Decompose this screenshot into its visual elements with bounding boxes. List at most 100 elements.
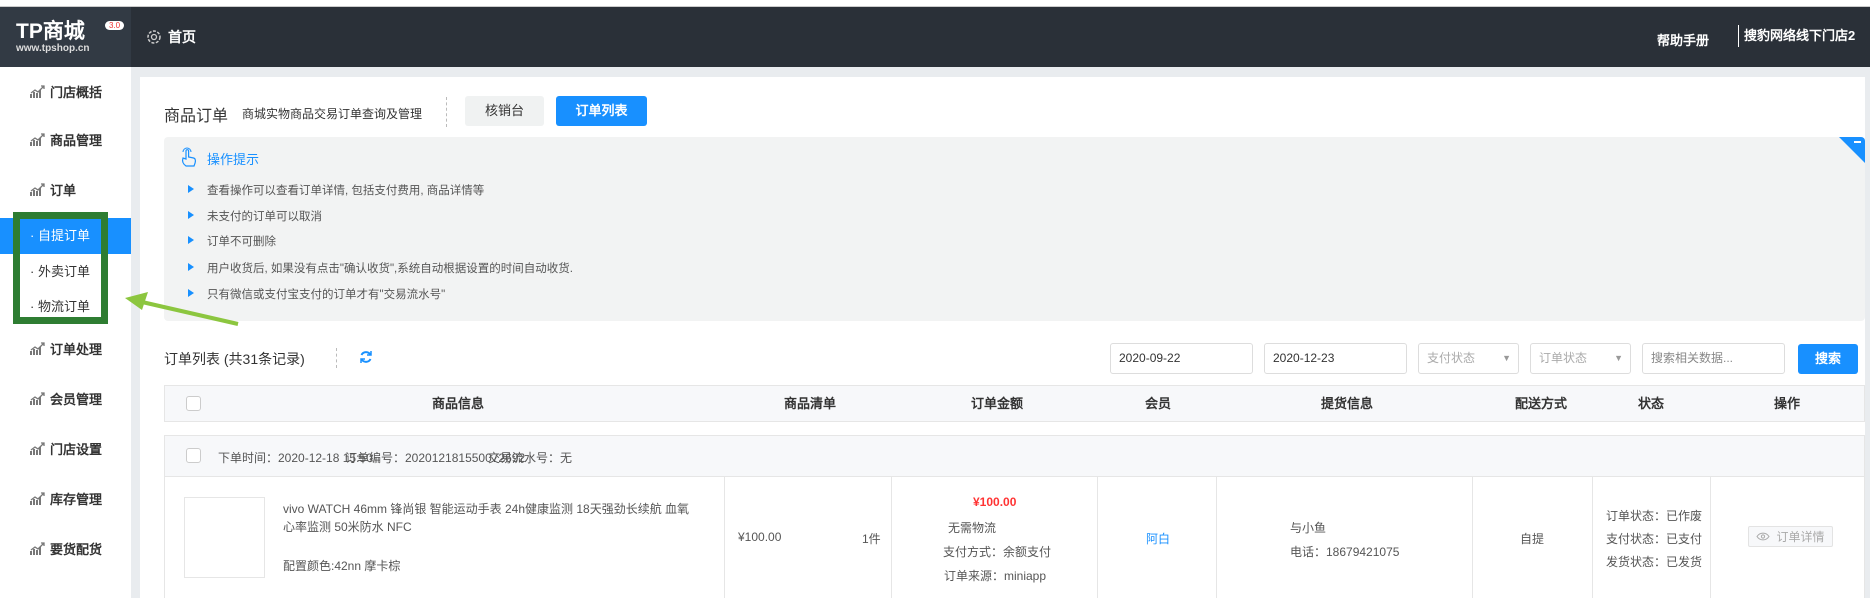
bullet-icon <box>188 236 194 244</box>
collapse-tips-icon[interactable] <box>1839 137 1865 163</box>
divider <box>1216 476 1217 598</box>
pay-status: 支付状态：已支付 <box>1606 532 1703 546</box>
top-header: TP商城 3.0 www.tpshop.cn 首页 帮助手册 搜豹网络线下门店2 <box>0 7 1870 67</box>
highlight-box <box>13 212 108 324</box>
sidebar-item-orders[interactable]: 订单 <box>30 180 76 199</box>
order-checkbox[interactable] <box>186 448 201 463</box>
sidebar-item-store-overview[interactable]: 门店概括 <box>30 82 102 101</box>
search-button[interactable]: 搜索 <box>1798 344 1858 374</box>
divider <box>446 97 447 127</box>
member-link[interactable]: 阿白 <box>1146 530 1170 547</box>
chart-icon <box>30 132 45 146</box>
order-detail-label: 订单详情 <box>1776 530 1825 544</box>
divider <box>724 476 725 598</box>
label: 商品管理 <box>50 133 103 148</box>
divider <box>1097 476 1098 598</box>
help-manual-link[interactable]: 帮助手册 <box>1657 30 1709 49</box>
bullet-icon <box>188 185 194 193</box>
ship-status: 发货状态：已发货 <box>1606 555 1703 569</box>
trade-number: 交易流水号：无 <box>488 451 573 465</box>
end-date-input[interactable]: 2020-12-23 <box>1264 343 1407 374</box>
select-placeholder: 订单状态 <box>1539 351 1588 365</box>
tips-title: 操作提示 <box>207 152 260 167</box>
product-spec: 配置颜色:42nn 摩卡棕 <box>283 559 401 573</box>
annotation-arrow <box>125 292 239 326</box>
logo-url: www.tpshop.cn <box>16 43 90 54</box>
label: 库存管理 <box>50 492 103 507</box>
logistics: 无需物流 <box>948 521 997 535</box>
chart-icon <box>30 391 45 405</box>
sidebar-item-inventory[interactable]: 库存管理 <box>30 489 102 508</box>
logo-version: 3.0 <box>105 21 125 30</box>
tips-panel: 操作提示 查看操作可以查看订单详情, 包括支付费用, 商品详情等 未支付的订单可… <box>164 137 1865 321</box>
divider <box>1472 476 1473 598</box>
sidebar: 门店概括 商品管理 订单 · 自提订单 · 外卖订单 · 物流订单 订单处理 会… <box>0 67 131 598</box>
divider <box>891 476 892 598</box>
tab-order-list[interactable]: 订单列表 <box>556 96 647 126</box>
column-header: 提货信息 <box>1320 396 1374 411</box>
column-header: 会员 <box>1144 396 1172 411</box>
tip-item: 查看操作可以查看订单详情, 包括支付费用, 商品详情等 <box>207 185 485 197</box>
chart-icon <box>30 341 45 355</box>
chart-icon <box>30 491 45 505</box>
order-total: ¥100.00 <box>973 495 1017 509</box>
home-link[interactable]: 首页 <box>146 27 196 47</box>
hand-pointer-icon <box>182 147 196 167</box>
pay-status-select[interactable]: 支付状态 ▼ <box>1418 343 1519 374</box>
search-placeholder: 搜索相关数据... <box>1651 351 1734 365</box>
chart-icon <box>30 441 45 455</box>
sidebar-item-store-settings[interactable]: 门店设置 <box>30 439 102 458</box>
order-list-title: 订单列表 (共31条记录) <box>164 351 305 367</box>
eye-icon <box>1756 532 1771 541</box>
logo[interactable]: TP商城 3.0 www.tpshop.cn <box>0 7 131 67</box>
tip-item: 订单不可删除 <box>207 236 276 248</box>
order-status-select[interactable]: 订单状态 ▼ <box>1530 343 1631 374</box>
refresh-icon[interactable] <box>359 350 373 364</box>
label: 订单处理 <box>50 342 103 357</box>
order-detail-button[interactable]: 订单详情 <box>1748 526 1833 547</box>
chart-icon <box>30 182 45 196</box>
page-title: 商品订单 <box>164 108 229 125</box>
product-title[interactable]: vivo WATCH 46mm 锋尚银 智能运动手表 24h健康监测 18天强劲… <box>283 500 689 517</box>
select-all-checkbox[interactable] <box>186 396 201 411</box>
column-header: 状态 <box>1637 396 1665 411</box>
home-label: 首页 <box>168 29 196 45</box>
tab-verification[interactable]: 核销台 <box>465 96 544 126</box>
delivery-method: 自提 <box>1520 532 1545 546</box>
divider <box>1710 476 1711 598</box>
sidebar-item-members[interactable]: 会员管理 <box>30 389 102 408</box>
product-image[interactable] <box>184 497 265 578</box>
label: 要货配货 <box>50 542 103 557</box>
chart-icon <box>30 541 45 555</box>
order-status: 订单状态：已作废 <box>1606 509 1703 523</box>
gear-icon <box>147 30 161 44</box>
pay-method: 支付方式：余额支付 <box>943 545 1052 559</box>
search-input[interactable]: 搜索相关数据... <box>1642 343 1785 374</box>
sidebar-item-goods[interactable]: 商品管理 <box>30 130 102 149</box>
pickup-name: 与小鱼 <box>1290 521 1327 535</box>
store-name[interactable]: 搜豹网络线下门店2 <box>1738 25 1855 47</box>
label: 订单 <box>50 183 77 198</box>
bullet-icon <box>188 211 194 219</box>
label: 门店设置 <box>50 442 103 457</box>
column-header: 商品信息 <box>431 396 485 411</box>
column-header: 配送方式 <box>1514 396 1568 411</box>
start-date-input[interactable]: 2020-09-22 <box>1110 343 1253 374</box>
column-header: 商品清单 <box>783 396 837 411</box>
tip-item: 用户收货后, 如果没有点击"确认收货",系统自动根据设置的时间自动收货. <box>207 263 573 275</box>
bullet-icon <box>188 263 194 271</box>
label: 门店概括 <box>50 85 103 100</box>
divider <box>1592 476 1593 598</box>
select-placeholder: 支付状态 <box>1427 351 1476 365</box>
product-title-cont[interactable]: 心率监测 50米防水 NFC <box>283 518 412 535</box>
pickup-phone: 电话：18679421075 <box>1290 545 1400 559</box>
caret-down-icon: ▼ <box>1502 353 1511 363</box>
caret-down-icon: ▼ <box>1614 353 1623 363</box>
column-header: 订单金额 <box>970 396 1024 411</box>
sidebar-item-replenishment[interactable]: 要货配货 <box>30 539 102 558</box>
sidebar-item-order-processing[interactable]: 订单处理 <box>30 339 102 358</box>
quantity: 1件 <box>862 532 881 546</box>
divider <box>336 348 337 368</box>
logo-text: TP商城 <box>16 20 85 43</box>
order-source: 订单来源：miniapp <box>944 569 1047 583</box>
